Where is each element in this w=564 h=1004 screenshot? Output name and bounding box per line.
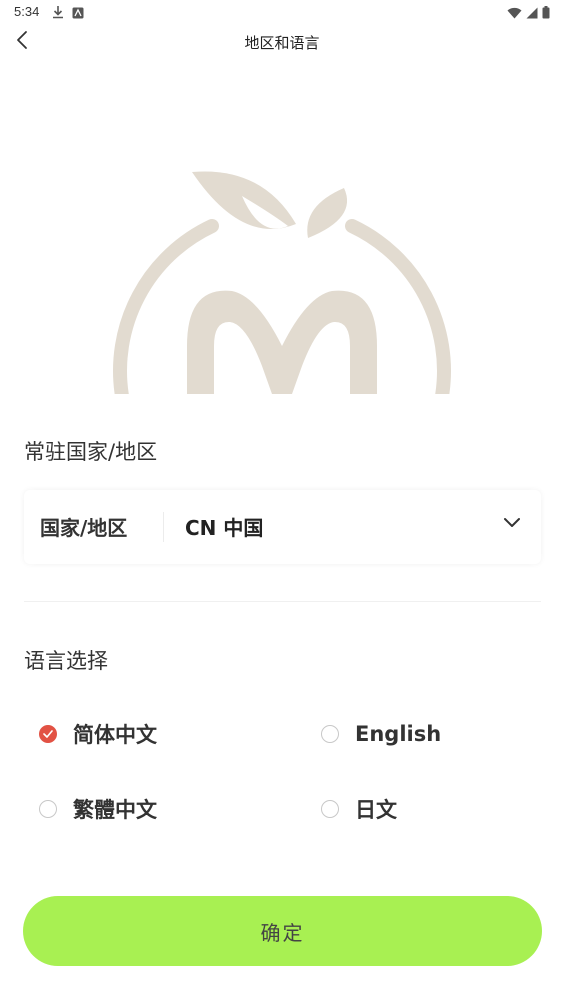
language-option-english[interactable]: English <box>321 716 441 752</box>
language-option-label: English <box>355 722 442 746</box>
top-bar: 地区和语言 <box>0 24 564 62</box>
radio-unchecked-icon <box>39 800 57 818</box>
chevron-down-icon <box>503 514 521 533</box>
status-bar: 5:34 <box>0 0 564 24</box>
download-icon <box>52 4 64 23</box>
region-selected-value: CN 中国 <box>185 516 264 540</box>
language-option-label: 日文 <box>355 798 397 822</box>
radio-unchecked-icon <box>321 725 339 743</box>
region-divider <box>163 512 164 542</box>
language-option-simplified-chinese[interactable]: 简体中文 <box>39 716 157 752</box>
app-logo <box>112 166 452 394</box>
radio-checked-icon <box>39 725 57 743</box>
language-option-label: 简体中文 <box>73 723 157 747</box>
battery-icon <box>542 4 550 23</box>
region-field-label: 国家/地区 <box>40 516 128 540</box>
radio-unchecked-icon <box>321 800 339 818</box>
app-notification-icon <box>72 4 84 23</box>
signal-icon <box>526 4 538 23</box>
language-option-traditional-chinese[interactable]: 繁體中文 <box>39 791 157 827</box>
language-option-japanese[interactable]: 日文 <box>321 791 397 827</box>
language-option-label: 繁體中文 <box>73 798 157 822</box>
wifi-icon <box>507 4 522 23</box>
region-section-heading: 常驻国家/地区 <box>24 440 158 464</box>
page-title: 地区和语言 <box>244 34 320 52</box>
confirm-button[interactable]: 确定 <box>23 896 542 966</box>
language-section-heading: 语言选择 <box>24 649 108 673</box>
section-divider <box>24 601 541 602</box>
status-time: 5:34 <box>14 4 40 19</box>
region-selector[interactable]: 国家/地区 CN 中国 <box>24 490 541 564</box>
